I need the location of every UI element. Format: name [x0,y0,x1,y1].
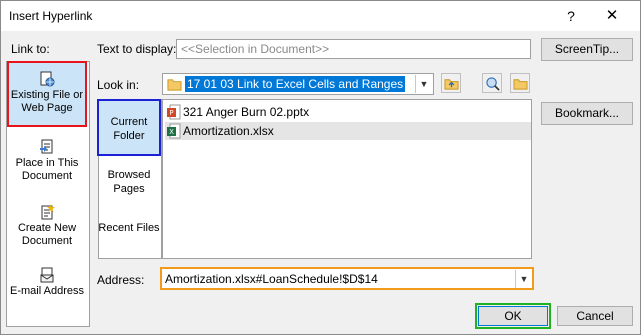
link-to-label: Link to: [11,42,50,56]
document-place-icon [40,139,53,154]
file-name: 321 Anger Burn 02.pptx [183,105,310,119]
open-folder-icon [513,79,528,90]
browsed-pages-option[interactable]: Browsed Pages [98,168,160,196]
file-list: P 321 Anger Burn 02.pptx X Amortization.… [162,99,532,259]
link-existing-file-label: Existing File or Web Page [10,89,84,114]
address-combo[interactable]: Amortization.xlsx#LoanSchedule!$D$14 ▼ [160,267,534,290]
current-folder-option[interactable]: Current Folder [98,115,160,143]
recent-files-option[interactable]: Recent Files [98,221,160,235]
powerpoint-icon: P [167,104,181,120]
svg-text:X: X [169,128,174,136]
file-name: Amortization.xlsx [183,124,274,138]
svg-text:P: P [169,109,173,117]
bookmark-button[interactable]: Bookmark... [541,102,633,125]
text-to-display-label: Text to display: [97,42,177,56]
chevron-down-icon[interactable]: ▼ [415,75,432,93]
folder-up-icon [444,79,459,90]
help-button[interactable]: ? [556,6,586,26]
link-create-new-label: Create New Document [17,222,77,247]
folder-icon [167,79,182,91]
window-title: Insert Hyperlink [9,9,93,23]
look-in-label: Look in: [97,78,140,92]
text-to-display-field[interactable]: <<Selection in Document>> [176,39,531,59]
link-email-address[interactable]: E-mail Address [6,267,88,298]
link-place-in-document[interactable]: Place in This Document [6,139,88,183]
link-email-label: E-mail Address [10,285,84,297]
file-list-item[interactable]: P 321 Anger Burn 02.pptx [165,103,531,121]
browse-web-button[interactable] [482,73,502,93]
file-list-item-selected[interactable]: X Amortization.xlsx [165,122,531,140]
look-in-combo[interactable]: 17 01 03 Link to Excel Cells and Ranges … [162,73,434,95]
email-icon [40,267,54,283]
close-button[interactable]: ✕ [597,6,627,26]
look-in-value: 17 01 03 Link to Excel Cells and Ranges [185,76,406,92]
ok-button[interactable]: OK [478,306,548,326]
new-document-icon [41,204,55,220]
excel-icon: X [167,123,181,139]
insert-hyperlink-dialog: Insert Hyperlink ? ✕ Link to: Existing F… [0,0,641,335]
browse-file-button[interactable] [510,73,530,93]
chevron-down-icon[interactable]: ▼ [515,270,532,288]
address-value: Amortization.xlsx#LoanSchedule!$D$14 [165,272,378,286]
up-one-folder-button[interactable] [441,73,461,93]
file-globe-icon [40,71,55,87]
title-bar: Insert Hyperlink ? ✕ [1,1,640,31]
screentip-button[interactable]: ScreenTip... [541,38,633,61]
link-create-new-document[interactable]: Create New Document [6,204,88,248]
cancel-button[interactable]: Cancel [557,306,633,326]
link-place-label: Place in This Document [15,157,79,182]
link-existing-file[interactable]: Existing File or Web Page [6,71,88,115]
address-label: Address: [97,273,145,287]
globe-search-icon [486,77,500,91]
